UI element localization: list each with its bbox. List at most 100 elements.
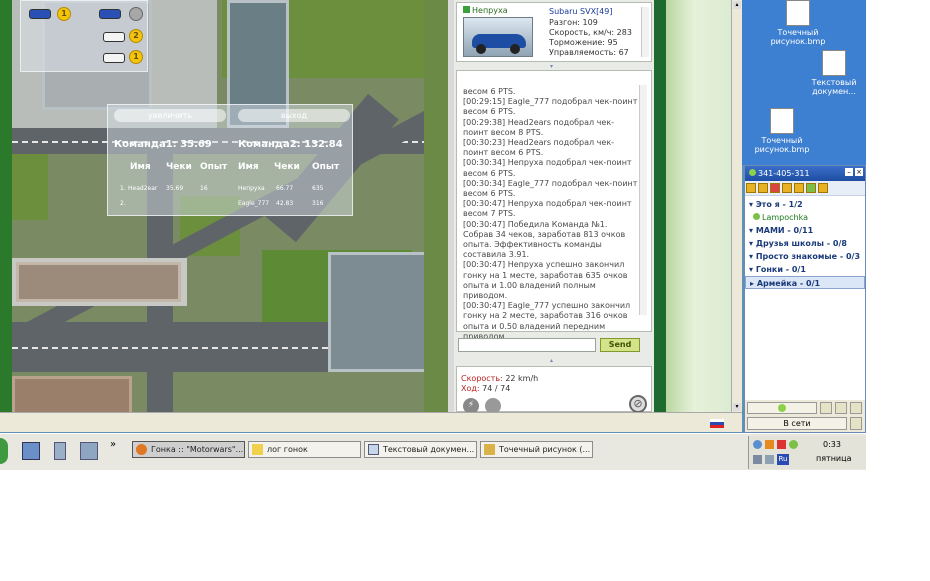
group-army[interactable]: ▸ Армейка - 0/1 bbox=[745, 276, 865, 289]
chat-message: [00:29:38] Head2ears подобрал чек-поинт … bbox=[463, 117, 615, 137]
language-indicator[interactable]: Ru bbox=[777, 454, 789, 465]
toolbar-icon[interactable] bbox=[746, 183, 756, 193]
scroll-up-icon[interactable]: ▴ bbox=[733, 1, 741, 9]
team2-row-exp: 635 bbox=[312, 185, 324, 192]
desktop[interactable]: Точечный рисунок.bmp Текстовый докумен..… bbox=[742, 0, 866, 165]
tray-icon[interactable] bbox=[753, 455, 762, 464]
show-desktop-icon[interactable] bbox=[22, 442, 40, 460]
group-label: Армейка - 0/1 bbox=[756, 279, 821, 288]
close-icon[interactable]: × bbox=[855, 168, 863, 176]
chat-message: [00:30:47] Победила Команда №1. Собрав 3… bbox=[463, 219, 626, 260]
taskbar-item-notepad[interactable]: Текстовый докумен... bbox=[364, 441, 477, 458]
tray-icon[interactable] bbox=[765, 440, 774, 449]
toolbar-icon[interactable] bbox=[806, 183, 816, 193]
status-button[interactable]: В сети bbox=[747, 417, 847, 430]
group-self[interactable]: ▾ Это я - 1/2 bbox=[745, 198, 865, 211]
minimize-icon[interactable]: – bbox=[845, 168, 853, 176]
chat-log-panel: весом 6 PTS. [00:29:15] Eagle_777 подобр… bbox=[456, 70, 652, 341]
group-label: Это я - 1/2 bbox=[755, 200, 803, 209]
status-flower-icon[interactable] bbox=[850, 417, 862, 430]
group-school-friends[interactable]: ▾ Друзья школы - 0/8 bbox=[745, 237, 865, 250]
page-scrollbar[interactable]: ▴ ▾ bbox=[731, 0, 742, 412]
car-card-scrollbar[interactable] bbox=[641, 7, 649, 57]
group-races[interactable]: ▾ Гонки - 0/1 bbox=[745, 263, 865, 276]
coin-icon: 1 bbox=[57, 7, 71, 21]
icq-tray-icon[interactable] bbox=[789, 440, 798, 449]
icq-titlebar: 341-405-311 – × bbox=[745, 166, 865, 181]
car-icon bbox=[103, 32, 125, 42]
toolbar-icon[interactable] bbox=[818, 183, 828, 193]
car-image bbox=[463, 17, 533, 57]
chat-message: [00:30:23] Head2ears подобрал чек-поинт … bbox=[463, 138, 615, 158]
folder-icon bbox=[252, 444, 263, 455]
chat-log: весом 6 PTS. [00:29:15] Eagle_777 подобр… bbox=[463, 87, 639, 342]
speed-label: Скорость: bbox=[461, 374, 503, 383]
screen: 1 2 1 увеличить выход Команда1: 35.69 Ко… bbox=[0, 0, 866, 470]
team1-row-exp: 16 bbox=[200, 185, 208, 192]
clock-day: пятница bbox=[816, 454, 852, 463]
taskbar: » Гонка :: "Motorwars"... лог гонок Текс… bbox=[0, 433, 866, 470]
chat-message: [00:29:15] Eagle_777 подобрал чек-поинт … bbox=[463, 97, 638, 117]
contact-list: ▾ Это я - 1/2 Lampochka ▾ МАМИ - 0/11 ▾ … bbox=[745, 196, 865, 289]
taskbar-item-label: Точечный рисунок (... bbox=[499, 445, 591, 454]
notepad-icon bbox=[368, 444, 379, 455]
chat-message: [00:30:47] Eagle_777 успешно закончил го… bbox=[463, 301, 631, 341]
taskbar-item-firefox[interactable]: Гонка :: "Motorwars"... bbox=[132, 441, 245, 458]
cancel-icon[interactable]: ⊘ bbox=[629, 395, 647, 413]
volume-icon[interactable] bbox=[765, 455, 774, 464]
clock[interactable]: 0:33 bbox=[823, 440, 841, 449]
team1-col-checks: Чеки bbox=[166, 162, 192, 172]
expand-arrow-icon[interactable]: ▴ bbox=[550, 357, 553, 364]
window-left-edge bbox=[0, 0, 12, 412]
toolbar-icon[interactable] bbox=[770, 183, 780, 193]
icq-uin: 341-405-311 bbox=[758, 169, 810, 178]
car-name: Subaru SVX[49] bbox=[549, 7, 613, 16]
team2-row-checks: 42.83 bbox=[276, 200, 294, 207]
group-acquaintances[interactable]: ▾ Просто знакомые - 0/3 bbox=[745, 250, 865, 263]
chat-input[interactable] bbox=[458, 338, 596, 352]
scroll-down-icon[interactable]: ▾ bbox=[733, 403, 741, 411]
group-mami[interactable]: ▾ МАМИ - 0/11 bbox=[745, 224, 865, 237]
stat-braking: Торможение: 95 bbox=[549, 38, 618, 47]
tray-icon[interactable] bbox=[777, 440, 786, 449]
collapse-arrow-icon[interactable]: ▾ bbox=[550, 63, 553, 70]
tray-icon[interactable] bbox=[753, 440, 762, 449]
chat-scrollbar[interactable] bbox=[639, 85, 647, 315]
group-label: Друзья школы - 0/8 bbox=[755, 239, 847, 248]
start-button[interactable] bbox=[0, 438, 8, 464]
desktop-icon-text[interactable]: Текстовый докумен... bbox=[794, 50, 866, 96]
icq-window: 341-405-311 – × ▾ Это я - 1/2 Lampochka … bbox=[744, 165, 866, 433]
contact-lampochka[interactable]: Lampochka bbox=[745, 211, 865, 224]
desktop-icon-bitmap[interactable]: Точечный рисунок.bmp bbox=[742, 108, 822, 154]
speed-value: 22 km/h bbox=[505, 374, 539, 383]
horizontal-scrollbar[interactable] bbox=[0, 412, 742, 432]
search-icon[interactable] bbox=[820, 402, 832, 414]
player-name-label: Непруха bbox=[472, 6, 508, 15]
car-icon bbox=[29, 9, 51, 19]
increase-button[interactable]: увеличить bbox=[114, 109, 226, 122]
team1-col-name: Имя bbox=[130, 162, 151, 172]
bitmap-file-icon bbox=[786, 0, 810, 26]
toolbar-icon[interactable] bbox=[758, 183, 768, 193]
settings-icon[interactable] bbox=[835, 402, 847, 414]
team2-col-checks: Чеки bbox=[274, 162, 300, 172]
russian-flag-icon[interactable] bbox=[710, 419, 724, 428]
player-name: Непруха bbox=[463, 6, 508, 15]
car-info-card: Непруха Subaru SVX[49] Разгон: 109 Скоро… bbox=[456, 2, 652, 62]
help-icon[interactable] bbox=[850, 402, 862, 414]
taskbar-item-paint[interactable]: Точечный рисунок (... bbox=[480, 441, 593, 458]
calculator-icon[interactable] bbox=[54, 442, 66, 460]
chat-message: [00:30:34] Непруха подобрал чек-поинт ве… bbox=[463, 158, 632, 178]
more-quicklaunch-icon[interactable]: » bbox=[110, 439, 116, 450]
main-menu-button[interactable] bbox=[747, 402, 817, 414]
toolbar-icon[interactable] bbox=[782, 183, 792, 193]
exit-button[interactable]: выход bbox=[238, 109, 350, 122]
toolbar-icon[interactable] bbox=[794, 183, 804, 193]
taskbar-item-folder[interactable]: лог гонок bbox=[248, 441, 361, 458]
paint-icon bbox=[484, 444, 495, 455]
network-icon[interactable] bbox=[80, 442, 98, 460]
desktop-icon-label: Текстовый докумен... bbox=[811, 78, 857, 96]
desktop-icon-bitmap[interactable]: Точечный рисунок.bmp bbox=[758, 0, 838, 46]
send-button[interactable]: Send bbox=[600, 338, 640, 352]
car-icon bbox=[99, 9, 121, 19]
